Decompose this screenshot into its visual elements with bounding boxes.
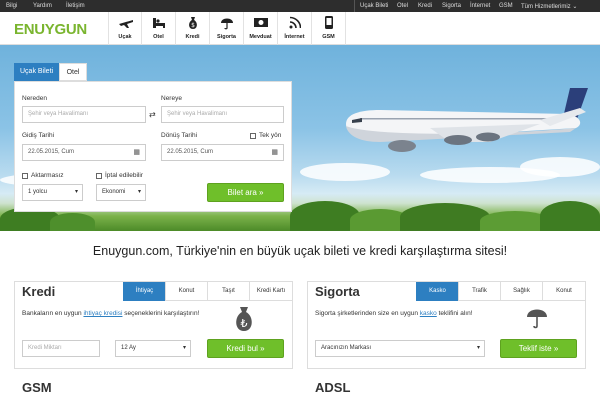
sigorta-tab-trafik[interactable]: Trafik <box>458 282 500 301</box>
umbrella-icon <box>221 18 233 30</box>
loan-amount-input[interactable]: Kredi Miktarı <box>22 340 100 357</box>
topbar-link-gsm[interactable]: GSM <box>499 3 513 9</box>
nav-kredi[interactable]: $ Kredi <box>176 12 210 45</box>
topbar-link-kredi[interactable]: Kredi <box>418 3 432 9</box>
bed-icon <box>153 18 165 28</box>
calendar-icon: ▦ <box>133 149 140 156</box>
topbar-link-bilgi[interactable]: Bilgi <box>6 3 17 9</box>
chevron-down-icon: ▾ <box>74 189 78 195</box>
transfer-label: Aktarmasız <box>31 172 64 179</box>
adsl-title: ADSL <box>315 380 351 395</box>
sigorta-description: Sigorta şirketlerinden size en uygun kas… <box>315 310 473 317</box>
tab-ucak-bileti[interactable]: Uçak Bileti <box>14 63 60 81</box>
topbar-link-sigorta[interactable]: Sigorta <box>442 3 461 9</box>
kredi-description: Bankaların en uygun ihtiyaç kredisi seçe… <box>22 310 200 317</box>
depart-date-input[interactable]: 22.05.2015, Cum ▦ <box>22 144 146 161</box>
swap-icon[interactable]: ⇄ <box>149 110 156 119</box>
kredi-tab-konut[interactable]: Konut <box>165 282 207 301</box>
topbar-link-yardim[interactable]: Yardım <box>33 3 52 9</box>
to-input[interactable]: Şehir veya Havalimanı <box>161 106 284 123</box>
nav-sigorta[interactable]: Sigorta <box>210 12 244 45</box>
kredi-tab-tasit[interactable]: Taşıt <box>207 282 249 301</box>
kredi-bul-button[interactable]: Kredi bul » <box>207 339 284 358</box>
topbar-link-internet[interactable]: İnternet <box>470 3 490 9</box>
svg-text:$: $ <box>191 22 195 29</box>
class-select[interactable]: Ekonomi ▾ <box>96 184 146 201</box>
topbar-all-services[interactable]: Tüm Hizmetlerimiz ⌄ <box>521 3 577 10</box>
topbar-link-otel[interactable]: Otel <box>397 3 408 9</box>
from-input[interactable]: Şehir veya Havalimanı <box>22 106 146 123</box>
phone-icon <box>325 16 333 29</box>
sigorta-tab-konut[interactable]: Konut <box>542 282 585 301</box>
wifi-icon <box>289 16 301 29</box>
sigorta-tab-saglik[interactable]: Sağlık <box>500 282 542 301</box>
oneway-checkbox[interactable] <box>250 133 256 139</box>
teklif-iste-button[interactable]: Teklif iste » <box>500 339 577 358</box>
topbar-link-ucak[interactable]: Uçak Bileti <box>360 3 388 9</box>
kasko-link[interactable]: kasko <box>420 310 437 317</box>
kredi-tab-ihtiyac[interactable]: İhtiyaç <box>123 282 165 301</box>
oneway-label: Tek yön <box>259 132 282 139</box>
loan-term-select[interactable]: 12 Ay ▾ <box>115 340 191 357</box>
banknote-icon <box>254 18 268 27</box>
calendar-icon: ▦ <box>271 149 278 156</box>
chevron-down-icon: ▾ <box>182 345 186 351</box>
topbar-link-iletisim[interactable]: İletişim <box>66 3 85 9</box>
transfer-checkbox[interactable] <box>22 173 28 179</box>
depart-label: Gidiş Tarihi <box>22 132 55 139</box>
money-bag-icon: $ <box>189 17 197 29</box>
kredi-tab-kredi-karti[interactable]: Kredi Kartı <box>249 282 292 301</box>
tab-otel[interactable]: Otel <box>59 63 87 81</box>
return-date-input[interactable]: 22.05.2015, Cum ▦ <box>161 144 284 161</box>
return-label: Dönüş Tarihi <box>161 132 198 139</box>
ihtiyac-kredisi-link[interactable]: ihtiyaç kredisi <box>83 310 122 317</box>
sigorta-tab-kasko[interactable]: Kasko <box>416 282 458 301</box>
car-brand-select[interactable]: Aracınızın Markası ▾ <box>315 340 485 357</box>
search-flight-button[interactable]: Bilet ara » <box>207 183 284 202</box>
to-label: Nereye <box>161 95 182 102</box>
from-label: Nereden <box>22 95 47 102</box>
cancel-checkbox[interactable] <box>96 173 102 179</box>
nav-ucak[interactable]: Uçak <box>108 12 142 45</box>
umbrella-icon <box>527 309 547 329</box>
chevron-down-icon: ▾ <box>137 189 141 195</box>
plane-icon <box>119 20 133 28</box>
kredi-title: Kredi <box>22 284 56 299</box>
airplane-image <box>346 88 588 152</box>
nav-internet[interactable]: İnternet <box>278 12 312 45</box>
nav-otel[interactable]: Otel <box>142 12 176 45</box>
sigorta-title: Sigorta <box>315 284 360 299</box>
nav-mevduat[interactable]: Mevduat <box>244 12 278 45</box>
top-bar: Bilgi Yardım İletişim Uçak Bileti Otel K… <box>0 0 600 12</box>
gsm-title: GSM <box>22 380 52 395</box>
chevron-down-icon: ▾ <box>476 345 480 351</box>
passenger-select[interactable]: 1 yolcu ▾ <box>22 184 83 201</box>
nav-gsm[interactable]: GSM <box>312 12 346 45</box>
money-bag-icon: ₺ <box>236 307 252 331</box>
svg-text:₺: ₺ <box>241 317 248 330</box>
cancel-label: İptal edilebilir <box>105 172 143 179</box>
logo[interactable]: ENUYGUN <box>14 21 87 38</box>
tagline: Enuygun.com, Türkiye'nin en büyük uçak b… <box>92 244 508 258</box>
